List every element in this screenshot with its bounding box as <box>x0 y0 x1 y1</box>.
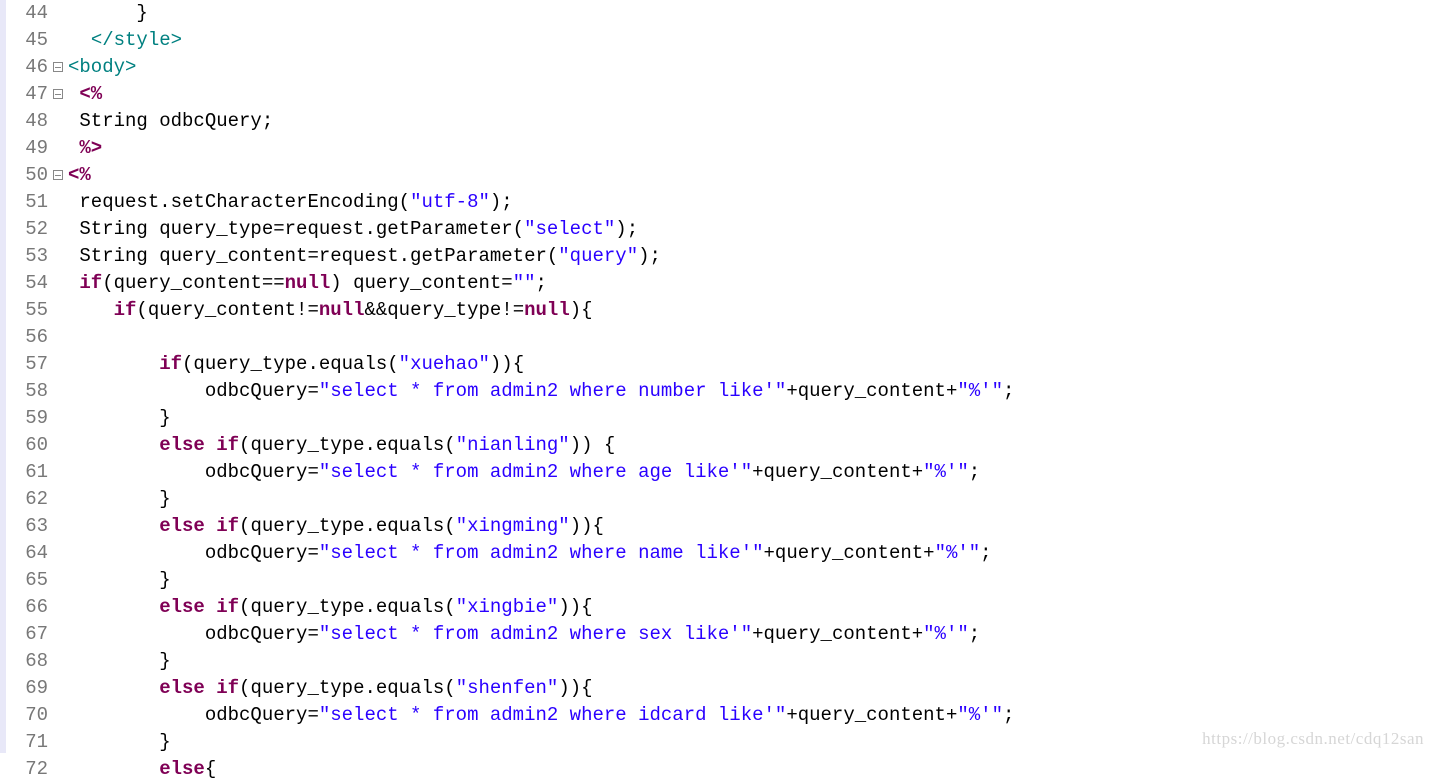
fold-spacer <box>50 486 66 513</box>
fold-column[interactable] <box>50 0 66 753</box>
code-line[interactable]: } <box>68 0 1432 27</box>
code-line[interactable]: else if(query_type.equals("nianling")) { <box>68 432 1432 459</box>
fold-spacer <box>50 621 66 648</box>
line-number-gutter[interactable]: 4445464748495051525354555657585960616263… <box>6 0 50 753</box>
fold-spacer <box>50 459 66 486</box>
fold-spacer <box>50 594 66 621</box>
line-number[interactable]: 59 <box>6 405 48 432</box>
code-line[interactable]: request.setCharacterEncoding("utf-8"); <box>68 189 1432 216</box>
code-line[interactable]: else if(query_type.equals("xingming")){ <box>68 513 1432 540</box>
line-number[interactable]: 67 <box>6 621 48 648</box>
fold-spacer <box>50 189 66 216</box>
line-number[interactable]: 60 <box>6 432 48 459</box>
line-number[interactable]: 72 <box>6 756 48 783</box>
code-line[interactable]: else if(query_type.equals("shenfen")){ <box>68 675 1432 702</box>
line-number[interactable]: 61 <box>6 459 48 486</box>
fold-spacer <box>50 432 66 459</box>
line-number[interactable]: 68 <box>6 648 48 675</box>
code-line[interactable] <box>68 324 1432 351</box>
line-number[interactable]: 69 <box>6 675 48 702</box>
fold-toggle-icon[interactable] <box>50 162 66 189</box>
line-number[interactable]: 51 <box>6 189 48 216</box>
line-number[interactable]: 54 <box>6 270 48 297</box>
code-line[interactable]: else if(query_type.equals("xingbie")){ <box>68 594 1432 621</box>
fold-toggle-icon[interactable] <box>50 54 66 81</box>
code-area[interactable]: } </style><body> <% String odbcQuery; %>… <box>66 0 1432 753</box>
line-number[interactable]: 52 <box>6 216 48 243</box>
fold-spacer <box>50 324 66 351</box>
code-line[interactable]: } <box>68 648 1432 675</box>
fold-spacer <box>50 513 66 540</box>
line-number[interactable]: 63 <box>6 513 48 540</box>
code-line[interactable]: } <box>68 405 1432 432</box>
fold-spacer <box>50 378 66 405</box>
line-number[interactable]: 49 <box>6 135 48 162</box>
line-number[interactable]: 55 <box>6 297 48 324</box>
code-line[interactable]: odbcQuery="select * from admin2 where ag… <box>68 459 1432 486</box>
line-number[interactable]: 47 <box>6 81 48 108</box>
fold-spacer <box>50 756 66 783</box>
code-editor[interactable]: 4445464748495051525354555657585960616263… <box>0 0 1432 753</box>
fold-spacer <box>50 351 66 378</box>
line-number[interactable]: 65 <box>6 567 48 594</box>
code-line[interactable]: String odbcQuery; <box>68 108 1432 135</box>
fold-toggle-icon[interactable] <box>50 81 66 108</box>
code-line[interactable]: </style> <box>68 27 1432 54</box>
code-line[interactable]: } <box>68 729 1432 756</box>
code-line[interactable]: String query_content=request.getParamete… <box>68 243 1432 270</box>
code-line[interactable]: %> <box>68 135 1432 162</box>
fold-spacer <box>50 216 66 243</box>
code-line[interactable]: <body> <box>68 54 1432 81</box>
code-line[interactable]: odbcQuery="select * from admin2 where nu… <box>68 378 1432 405</box>
line-number[interactable]: 48 <box>6 108 48 135</box>
fold-spacer <box>50 540 66 567</box>
line-number[interactable]: 58 <box>6 378 48 405</box>
code-line[interactable]: } <box>68 567 1432 594</box>
fold-spacer <box>50 270 66 297</box>
fold-spacer <box>50 729 66 756</box>
line-number[interactable]: 57 <box>6 351 48 378</box>
fold-spacer <box>50 567 66 594</box>
line-number[interactable]: 71 <box>6 729 48 756</box>
line-number[interactable]: 53 <box>6 243 48 270</box>
code-line[interactable]: if(query_type.equals("xuehao")){ <box>68 351 1432 378</box>
line-number[interactable]: 46 <box>6 54 48 81</box>
code-line[interactable]: odbcQuery="select * from admin2 where na… <box>68 540 1432 567</box>
fold-spacer <box>50 405 66 432</box>
fold-spacer <box>50 702 66 729</box>
line-number[interactable]: 70 <box>6 702 48 729</box>
fold-spacer <box>50 675 66 702</box>
code-line[interactable]: String query_type=request.getParameter("… <box>68 216 1432 243</box>
fold-spacer <box>50 135 66 162</box>
fold-spacer <box>50 297 66 324</box>
code-line[interactable]: if(query_content==null) query_content=""… <box>68 270 1432 297</box>
line-number[interactable]: 62 <box>6 486 48 513</box>
line-number[interactable]: 44 <box>6 0 48 27</box>
line-number[interactable]: 50 <box>6 162 48 189</box>
line-number[interactable]: 56 <box>6 324 48 351</box>
fold-spacer <box>50 243 66 270</box>
code-line[interactable]: if(query_content!=null&&query_type!=null… <box>68 297 1432 324</box>
fold-spacer <box>50 27 66 54</box>
fold-spacer <box>50 108 66 135</box>
line-number[interactable]: 45 <box>6 27 48 54</box>
code-line[interactable]: <% <box>68 81 1432 108</box>
code-line[interactable]: <% <box>68 162 1432 189</box>
line-number[interactable]: 64 <box>6 540 48 567</box>
code-line[interactable]: odbcQuery="select * from admin2 where id… <box>68 702 1432 729</box>
line-number[interactable]: 66 <box>6 594 48 621</box>
code-line[interactable]: odbcQuery="select * from admin2 where se… <box>68 621 1432 648</box>
fold-spacer <box>50 0 66 27</box>
code-line[interactable]: } <box>68 486 1432 513</box>
code-line[interactable]: else{ <box>68 756 1432 783</box>
fold-spacer <box>50 648 66 675</box>
